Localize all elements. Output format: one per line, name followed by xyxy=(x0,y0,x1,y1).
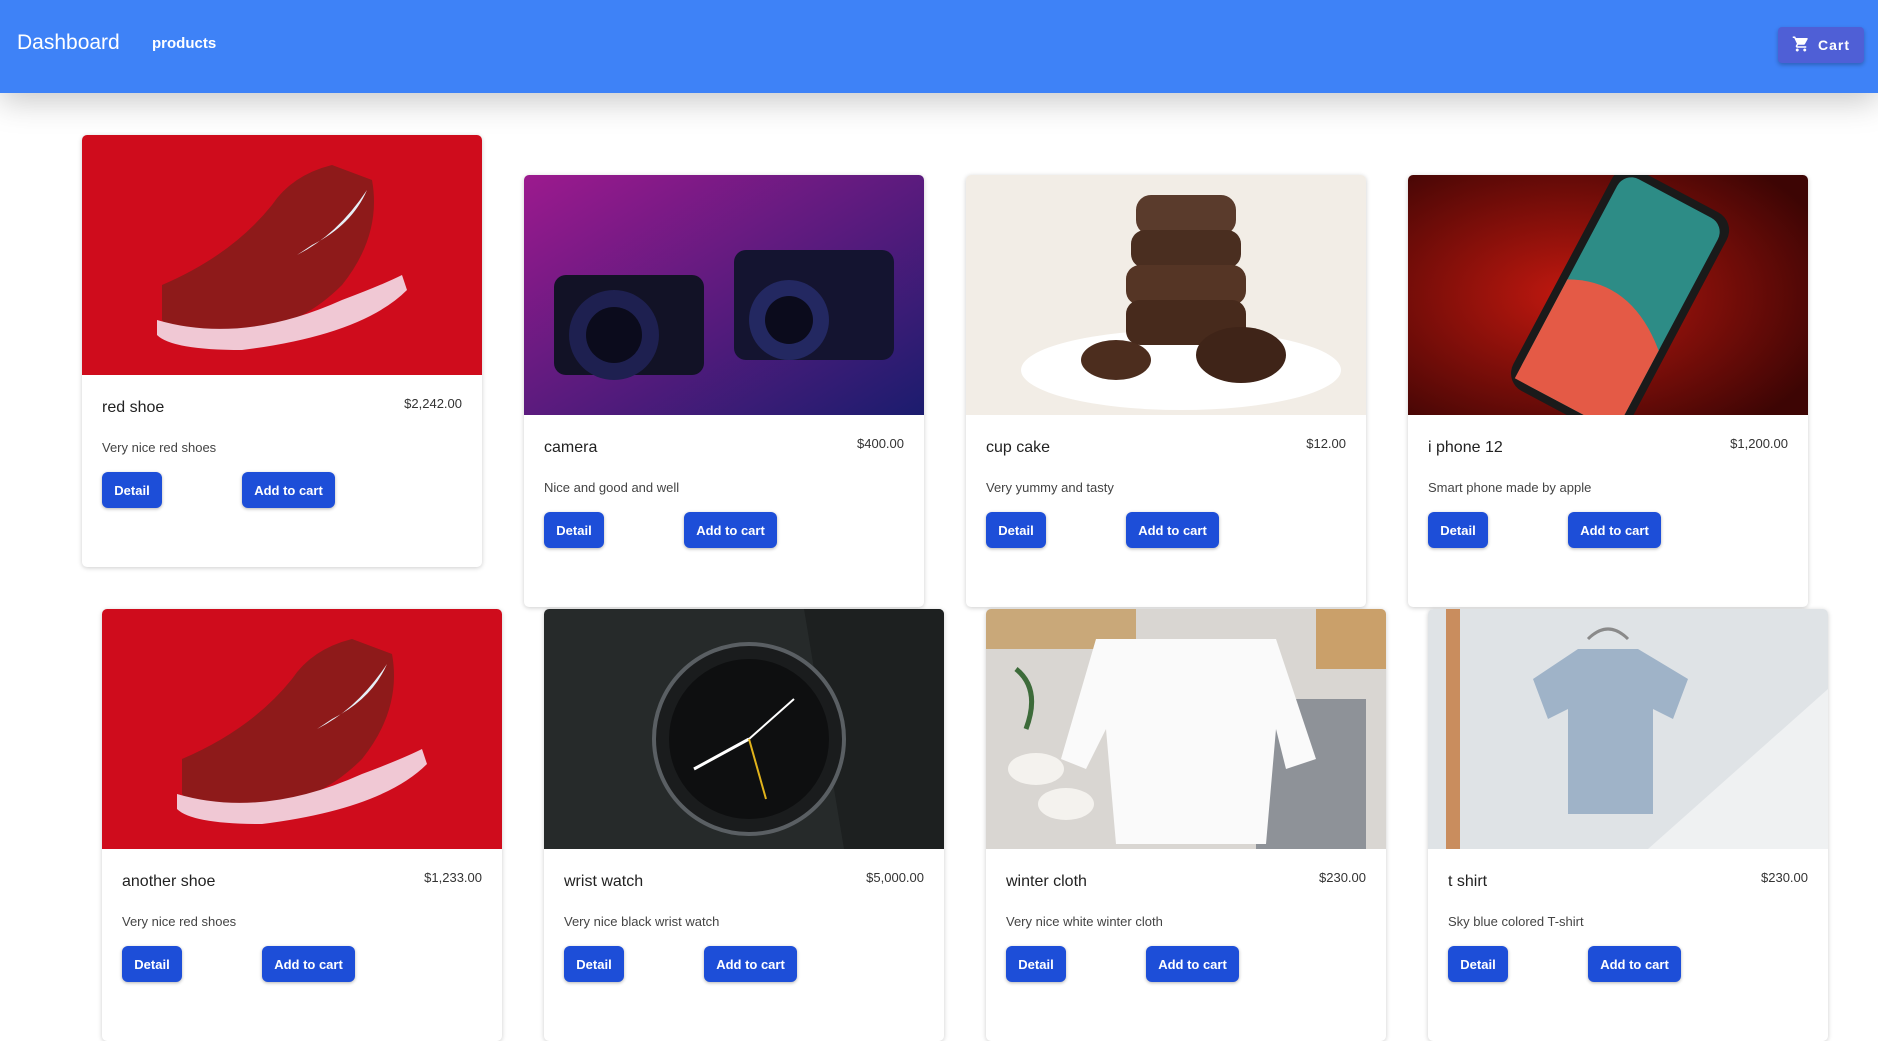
product-card: red shoe $2,242.00 Very nice red shoes D… xyxy=(82,135,482,567)
add-to-cart-button[interactable]: Add to cart xyxy=(1588,946,1681,982)
product-description: Very nice red shoes xyxy=(122,914,237,929)
product-description: Very yummy and tasty xyxy=(986,480,1114,495)
product-description: Very nice black wrist watch xyxy=(564,914,720,929)
detail-button[interactable]: Detail xyxy=(1448,946,1508,982)
detail-button[interactable]: Detail xyxy=(122,946,182,982)
add-to-cart-button[interactable]: Add to cart xyxy=(242,472,335,508)
add-to-cart-button[interactable]: Add to cart xyxy=(704,946,797,982)
cart-button-label: Cart xyxy=(1817,37,1850,53)
wrist-watch-image xyxy=(544,609,944,849)
t-shirt-image xyxy=(1428,609,1828,849)
product-description: Very nice white winter cloth xyxy=(1006,914,1163,929)
iphone-image xyxy=(1408,175,1808,415)
add-to-cart-button[interactable]: Add to cart xyxy=(1126,512,1219,548)
product-name: cup cake xyxy=(986,439,1051,456)
product-price: $2,242.00 xyxy=(404,396,462,411)
add-to-cart-button[interactable]: Add to cart xyxy=(684,512,777,548)
product-card: wrist watch $5,000.00 Very nice black wr… xyxy=(544,609,944,1041)
product-description: Smart phone made by apple xyxy=(1428,480,1592,495)
product-card: winter cloth $230.00 Very nice white win… xyxy=(986,609,1386,1041)
product-price: $1,200.00 xyxy=(1730,436,1788,451)
product-price: $5,000.00 xyxy=(866,870,924,885)
product-card: another shoe $1,233.00 Very nice red sho… xyxy=(102,609,502,1041)
product-price: $230.00 xyxy=(1761,870,1808,885)
red-shoe-image xyxy=(82,135,482,375)
product-name: wrist watch xyxy=(564,873,644,890)
shopping-cart-icon xyxy=(1792,35,1810,56)
camera-image xyxy=(524,175,924,415)
cup-cake-image xyxy=(966,175,1366,415)
product-card: cup cake $12.00 Very yummy and tasty Det… xyxy=(966,175,1366,607)
product-price: $230.00 xyxy=(1319,870,1366,885)
detail-button[interactable]: Detail xyxy=(1428,512,1488,548)
product-price: $400.00 xyxy=(857,436,904,451)
product-card: t shirt $230.00 Sky blue colored T-shirt… xyxy=(1428,609,1828,1041)
product-name: i phone 12 xyxy=(1428,439,1503,456)
nav-link-products[interactable]: products xyxy=(152,35,216,52)
red-shoe-image xyxy=(102,609,502,849)
top-navbar: Dashboard products Cart xyxy=(0,0,1878,93)
product-name: winter cloth xyxy=(1006,873,1087,890)
detail-button[interactable]: Detail xyxy=(102,472,162,508)
add-to-cart-button[interactable]: Add to cart xyxy=(1568,512,1661,548)
product-name: camera xyxy=(544,439,598,456)
add-to-cart-button[interactable]: Add to cart xyxy=(262,946,355,982)
product-name: another shoe xyxy=(122,873,216,890)
product-name: red shoe xyxy=(102,399,165,416)
product-card: i phone 12 $1,200.00 Smart phone made by… xyxy=(1408,175,1808,607)
detail-button[interactable]: Detail xyxy=(1006,946,1066,982)
product-description: Very nice red shoes xyxy=(102,440,217,455)
add-to-cart-button[interactable]: Add to cart xyxy=(1146,946,1239,982)
product-description: Sky blue colored T-shirt xyxy=(1448,914,1584,929)
detail-button[interactable]: Detail xyxy=(986,512,1046,548)
product-description: Nice and good and well xyxy=(544,480,680,495)
detail-button[interactable]: Detail xyxy=(544,512,604,548)
detail-button[interactable]: Detail xyxy=(564,946,624,982)
product-card: camera $400.00 Nice and good and well De… xyxy=(524,175,924,607)
cart-button[interactable]: Cart xyxy=(1778,27,1864,63)
product-name: t shirt xyxy=(1448,873,1488,890)
product-price: $12.00 xyxy=(1306,436,1346,451)
winter-cloth-image xyxy=(986,609,1386,849)
product-price: $1,233.00 xyxy=(424,870,482,885)
brand-title[interactable]: Dashboard xyxy=(17,31,120,55)
